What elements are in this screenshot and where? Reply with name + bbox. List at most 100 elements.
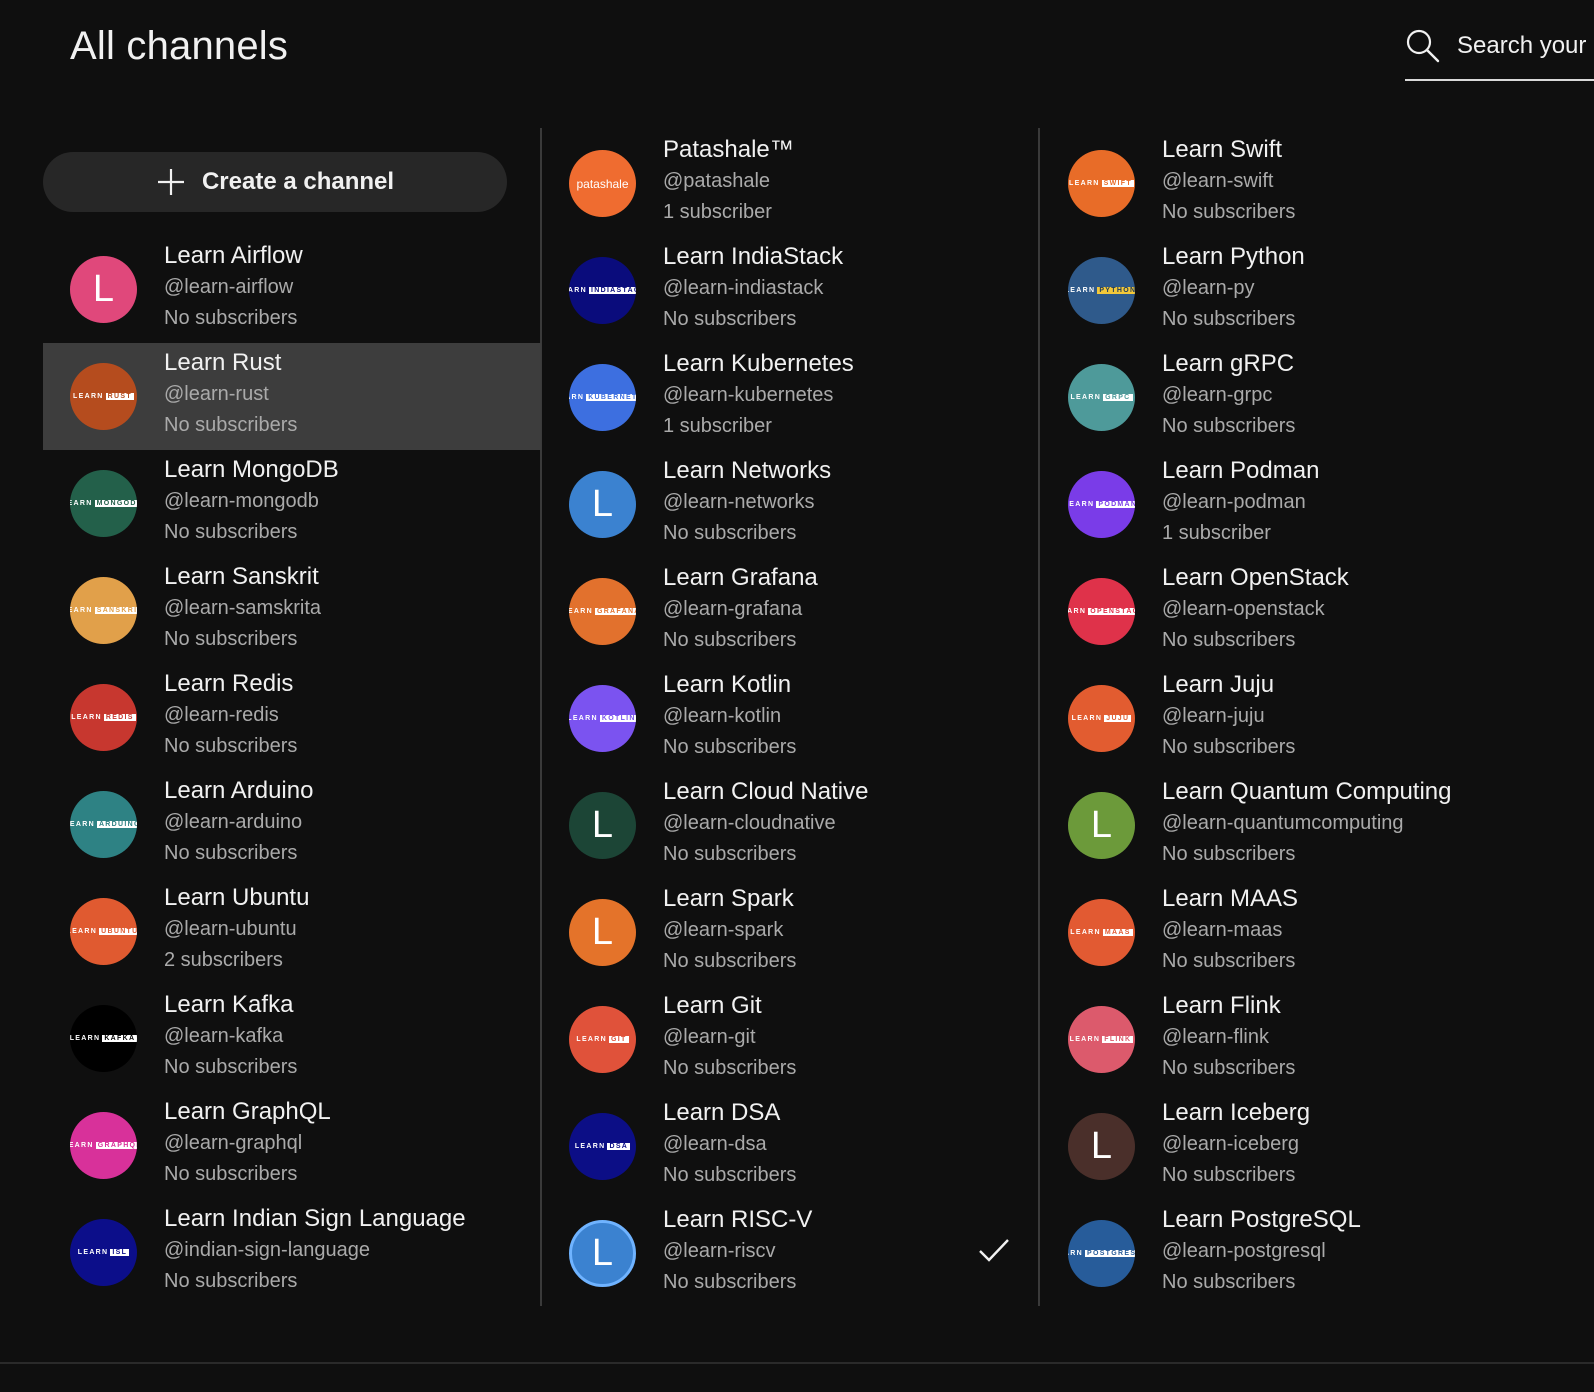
channel-avatar: LEARNUBUNTU: [70, 898, 137, 965]
channel-item[interactable]: patashale Patashale™ @patashale 1 subscribe…: [542, 130, 1040, 237]
channel-handle: @learn-ubuntu: [164, 918, 297, 940]
channel-item[interactable]: LEARNARDUINO Learn Arduino @learn-arduino N…: [43, 771, 541, 878]
channel-subscriber-count: No subscribers: [164, 1163, 298, 1185]
channel-name: Learn Grafana: [663, 564, 818, 591]
channel-subscriber-count: No subscribers: [164, 1270, 298, 1292]
channel-avatar: L: [1068, 1113, 1135, 1180]
create-channel-button[interactable]: Create a channel: [43, 152, 507, 212]
avatar-logo-tag: POSTGRESQL: [1085, 1250, 1135, 1257]
search-box[interactable]: [1405, 22, 1594, 81]
channel-item[interactable]: LEARNPOSTGRESQL Learn PostgreSQL @learn-po…: [1041, 1200, 1539, 1307]
channel-item[interactable]: LEARN MAAS Learn MAAS @learn-maas No subscri…: [1041, 879, 1539, 986]
channel-subscriber-count: No subscribers: [1162, 950, 1296, 972]
channel-avatar: LEARNPYTHON: [1068, 257, 1135, 324]
avatar-logo-tag: RUST: [105, 393, 134, 400]
channel-avatar: LEARN ISL: [70, 1219, 137, 1286]
channel-item[interactable]: LEARN ISL Learn Indian Sign Language @india…: [43, 1199, 541, 1306]
avatar-logo-text: LEARNGRAFANA: [569, 608, 636, 615]
channel-name: Learn Swift: [1162, 136, 1283, 163]
channel-item[interactable]: LEARN GRPC Learn gRPC @learn-grpc No subscri…: [1041, 344, 1539, 451]
avatar-logo-tag: REDIS: [103, 714, 136, 721]
channel-item[interactable]: LEARN KOTLIN Learn Kotlin @learn-kotlin No s…: [542, 665, 1040, 772]
avatar-logo-tag: MAAS: [1102, 929, 1133, 936]
channel-subscriber-count: No subscribers: [663, 1271, 797, 1293]
channel-item[interactable]: LEARN RUST Learn Rust @learn-rust No subscri…: [43, 343, 541, 450]
channel-handle: @learn-openstack: [1162, 598, 1325, 620]
avatar-logo-text: LEARNINDIASTACK: [569, 287, 636, 294]
avatar-logo-text: LEARN KOTLIN: [569, 715, 636, 722]
avatar-logo-text: LEARN FLINK: [1069, 1036, 1134, 1043]
avatar-logo-text: LEARN MAAS: [1070, 929, 1133, 936]
channel-item[interactable]: L Learn Spark @learn-spark No subscribers: [542, 879, 1040, 986]
channel-item[interactable]: L Learn Networks @learn-networks No subscri…: [542, 451, 1040, 558]
avatar-logo-text: LEARNOPENSTACK: [1068, 608, 1135, 615]
avatar-letter: L: [92, 268, 115, 310]
avatar-logo-tag: GIT: [609, 1036, 629, 1043]
channel-handle: @patashale: [663, 170, 771, 192]
channel-name: Learn Rust: [164, 349, 282, 376]
channel-name: Learn Juju: [1162, 671, 1275, 698]
avatar-letter: L: [591, 1232, 614, 1274]
channel-item[interactable]: L Learn Cloud Native @learn-cloudnative No …: [542, 772, 1040, 879]
channel-name: Learn Kubernetes: [663, 350, 854, 377]
channel-item[interactable]: LEARN KAFKA Learn Kafka @learn-kafka No subs…: [43, 985, 541, 1092]
create-channel-label: Create a channel: [201, 168, 395, 195]
avatar-logo-tag: KAFKA: [102, 1035, 137, 1042]
channel-item[interactable]: LEARNKUBERNETES Learn Kubernetes @learn-ku…: [542, 344, 1040, 451]
channel-item[interactable]: LEARNGRAFANA Learn Grafana @learn-grafana N…: [542, 558, 1040, 665]
channel-item[interactable]: LEARN DSA Learn DSA @learn-dsa No subscriber…: [542, 1093, 1040, 1200]
channel-item[interactable]: LEARN SWIFT Learn Swift @learn-swift No subs…: [1041, 130, 1539, 237]
avatar-logo-text: LEARN DSA: [574, 1143, 631, 1150]
channel-handle: @learn-graphql: [164, 1132, 303, 1154]
channel-item[interactable]: LEARNOPENSTACK Learn OpenStack @learn-open…: [1041, 558, 1539, 665]
avatar-logo-text: LEARNMONGODB: [70, 500, 137, 507]
channel-item[interactable]: LEARNMONGODB Learn MongoDB @learn-mongodb N…: [43, 450, 541, 557]
channel-item[interactable]: L Learn Quantum Computing @learn-quantumco…: [1041, 772, 1539, 879]
avatar-logo-tag: UBUNTU: [99, 928, 137, 935]
channel-handle: @learn-dsa: [663, 1133, 767, 1155]
avatar-logo-text: LEARN SWIFT: [1069, 180, 1134, 187]
channel-handle: @learn-iceberg: [1162, 1133, 1300, 1155]
channel-subscriber-count: No subscribers: [1162, 201, 1296, 223]
channel-avatar: LEARNPOSTGRESQL: [1068, 1220, 1135, 1287]
channel-item[interactable]: LEARNGRAPHQL Learn GraphQL @learn-graphql N…: [43, 1092, 541, 1199]
channel-item[interactable]: LEARN REDIS Learn Redis @learn-redis No subs…: [43, 664, 541, 771]
channel-subscriber-count: No subscribers: [663, 1164, 797, 1186]
avatar-logo-tag: FLINK: [1102, 1036, 1134, 1043]
channel-name: Learn gRPC: [1162, 350, 1295, 377]
channel-subscriber-count: No subscribers: [1162, 1057, 1296, 1079]
channel-name: Learn PostgreSQL: [1162, 1206, 1361, 1233]
avatar-logo-tag: PYTHON: [1097, 287, 1135, 294]
channel-item[interactable]: LEARNSANSKRIT Learn Sanskrit @learn-samskr…: [43, 557, 541, 664]
channel-handle: @learn-spark: [663, 919, 784, 941]
channel-handle: @learn-indiastack: [663, 277, 824, 299]
channel-subscriber-count: 1 subscriber: [663, 415, 772, 437]
channel-handle: @learn-juju: [1162, 705, 1265, 727]
channel-subscriber-count: No subscribers: [164, 307, 298, 329]
channel-name: Patashale™: [663, 136, 794, 163]
channel-subscriber-count: No subscribers: [663, 950, 797, 972]
channel-name: Learn Indian Sign Language: [164, 1205, 466, 1232]
avatar-logo-tag: DSA: [607, 1143, 631, 1150]
channel-item[interactable]: L Learn RISC-V @learn-riscv No subscribers: [542, 1200, 1040, 1307]
channel-name: Learn Redis: [164, 670, 294, 697]
search-icon: [1406, 29, 1440, 63]
channel-item[interactable]: LEARN GIT Learn Git @learn-git No subscriber…: [542, 986, 1040, 1093]
avatar-letter: L: [591, 483, 614, 525]
channel-name: Learn Arduino: [164, 777, 314, 804]
check-icon: [979, 1239, 1009, 1262]
channel-item[interactable]: LEARN FLINK Learn Flink @learn-flink No subs…: [1041, 986, 1539, 1093]
channel-item[interactable]: LEARNPODMAN Learn Podman @learn-podman 1 su…: [1041, 451, 1539, 558]
avatar-letter: L: [591, 911, 614, 953]
channel-switcher-page: All channels Create a channel L Learn Air…: [0, 0, 1594, 1392]
channel-subscriber-count: No subscribers: [164, 1056, 298, 1078]
channel-avatar: L: [70, 256, 137, 323]
search-input[interactable]: [1457, 28, 1594, 64]
channel-item[interactable]: L Learn Iceberg @learn-iceberg No subscribe…: [1041, 1093, 1539, 1200]
channel-item[interactable]: LEARNUBUNTU Learn Ubuntu @learn-ubuntu 2 su…: [43, 878, 541, 985]
channel-item[interactable]: L Learn Airflow @learn-airflow No subscribe…: [43, 236, 541, 343]
channel-name: Learn Kotlin: [663, 671, 792, 698]
channel-item[interactable]: LEARNPYTHON Learn Python @learn-py No subsc…: [1041, 237, 1539, 344]
channel-item[interactable]: LEARN JUJU Learn Juju @learn-juju No subscri…: [1041, 665, 1539, 772]
channel-item[interactable]: LEARNINDIASTACK Learn IndiaStack @learn-in…: [542, 237, 1040, 344]
